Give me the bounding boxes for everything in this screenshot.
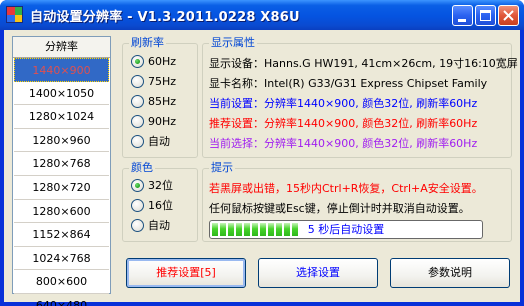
chosen-settings: 当前选择：分辨率1440×900, 颜色32位, 刷新率60Hz [209, 137, 478, 150]
warning-text: 若黑屏或出错，15秒内Ctrl+R恢复，Ctrl+A安全设置。 [209, 182, 483, 195]
refresh-rate-option-75hz[interactable]: 75Hz [131, 73, 176, 89]
display-properties-group: 显示属性 显示设备：Hanns.G HW191, 41cm×26cm, 19寸1… [202, 36, 518, 158]
resolution-items: 1440×900 1400×1050 1280×1024 1280×960 1280×7… [13, 58, 110, 306]
display-properties-title: 显示属性 [209, 36, 257, 50]
radio-button-icon[interactable] [131, 178, 144, 192]
resolution-item-1280-768[interactable]: 1280×768 [14, 152, 109, 176]
parameter-help-button[interactable]: 参数说明 [390, 258, 510, 288]
countdown-progress-bar: 5 秒后自动设置 [209, 220, 483, 239]
refresh-rate-option-label: 85Hz [148, 94, 177, 108]
radio-button-icon[interactable] [131, 94, 144, 108]
tip-title: 提示 [209, 161, 235, 175]
resolution-list[interactable]: 分辨率 1440×900 1400×1050 1280×1024 1280×960 12… [12, 36, 111, 306]
resolution-item-1152-864[interactable]: 1152×864 [14, 223, 109, 247]
cancel-hint-text: 任何鼠标按键或Esc键，停止倒计时并取消自动设置。 [209, 202, 470, 215]
display-device: 显示设备：Hanns.G HW191, 41cm×26cm, 19寸16:10宽… [209, 57, 518, 70]
refresh-rate-option-label: 75Hz [148, 74, 177, 88]
recommend-settings-button[interactable]: 推荐设置[5] [126, 258, 246, 288]
app-icon [6, 6, 23, 23]
refresh-rate-title: 刷新率 [129, 36, 166, 50]
refresh-rate-group: 刷新率 60Hz 75Hz 85Hz 90Hz 自动 [122, 36, 198, 158]
window-title: 自动设置分辨率 - V1.3.2011.0228 X86U [30, 10, 300, 25]
resolution-item-1280-720[interactable]: 1280×720 [14, 176, 109, 200]
refresh-rate-option-85hz[interactable]: 85Hz [131, 93, 176, 109]
resolution-item-1280-600[interactable]: 1280×600 [14, 200, 109, 224]
resolution-item-800-600[interactable]: 800×600 [14, 270, 109, 294]
refresh-rate-option-90hz[interactable]: 90Hz [131, 113, 176, 129]
main-window: 自动设置分辨率 - V1.3.2011.0228 X86U 分辨率 1440×9… [0, 0, 524, 306]
resolution-item-1440-900[interactable]: 1440×900 [14, 58, 109, 82]
resolution-item-1280-960[interactable]: 1280×960 [14, 129, 109, 153]
radio-button-icon[interactable] [131, 198, 144, 212]
graphics-card-name: 显卡名称：Intel(R) G33/G31 Express Chipset Fa… [209, 77, 488, 90]
radio-button-icon[interactable] [131, 54, 144, 68]
color-depth-title: 颜色 [129, 161, 155, 175]
close-button[interactable] [498, 5, 519, 26]
resolution-list-header: 分辨率 [13, 37, 110, 58]
close-icon [503, 10, 514, 21]
refresh-rate-option-auto[interactable]: 自动 [131, 133, 170, 149]
radio-button-icon[interactable] [131, 74, 144, 88]
resolution-item-1400-1050[interactable]: 1400×1050 [14, 82, 109, 106]
apply-selection-button[interactable]: 选择设置 [258, 258, 378, 288]
tip-group: 提示 若黑屏或出错，15秒内Ctrl+R恢复，Ctrl+A安全设置。 任何鼠标按… [202, 161, 512, 242]
color-depth-option-label: 32位 [148, 179, 173, 192]
title-bar[interactable]: 自动设置分辨率 - V1.3.2011.0228 X86U [0, 0, 524, 30]
color-depth-group: 颜色 32位 16位自动 [122, 161, 198, 242]
recommended-settings: 推荐设置：分辨率1440×900, 颜色32位, 刷新率60Hz [209, 117, 478, 130]
refresh-rate-option-label: 60Hz [148, 54, 177, 68]
resolution-item-640-480[interactable]: 640×480 [14, 294, 109, 306]
refresh-rate-option-60hz[interactable]: 60Hz [131, 53, 176, 69]
minimize-button[interactable] [452, 5, 473, 26]
radio-button-icon[interactable] [131, 218, 144, 232]
maximize-icon [480, 10, 491, 21]
color-depth-option-32[interactable]: 32位 [131, 177, 173, 193]
client-area: 分辨率 1440×900 1400×1050 1280×1024 1280×960 12… [4, 30, 520, 306]
color-depth-option-auto[interactable]: 自动 [131, 217, 170, 233]
minimize-icon [458, 19, 466, 22]
resolution-item-1280-1024[interactable]: 1280×1024 [14, 105, 109, 129]
radio-button-icon[interactable] [131, 134, 144, 148]
countdown-text: 5 秒后自动设置 [307, 223, 385, 236]
resolution-item-1024-768[interactable]: 1024×768 [14, 247, 109, 271]
maximize-button[interactable] [475, 5, 496, 26]
refresh-rate-option-label: 自动 [148, 135, 170, 148]
color-depth-option-16[interactable]: 16位 [131, 197, 173, 213]
color-depth-option-label: 16位 [148, 199, 173, 212]
current-settings: 当前设置：分辨率1440×900, 颜色32位, 刷新率60Hz [209, 97, 478, 110]
color-depth-option-label: 自动 [148, 219, 170, 232]
radio-button-icon[interactable] [131, 114, 144, 128]
refresh-rate-option-label: 90Hz [148, 114, 177, 128]
